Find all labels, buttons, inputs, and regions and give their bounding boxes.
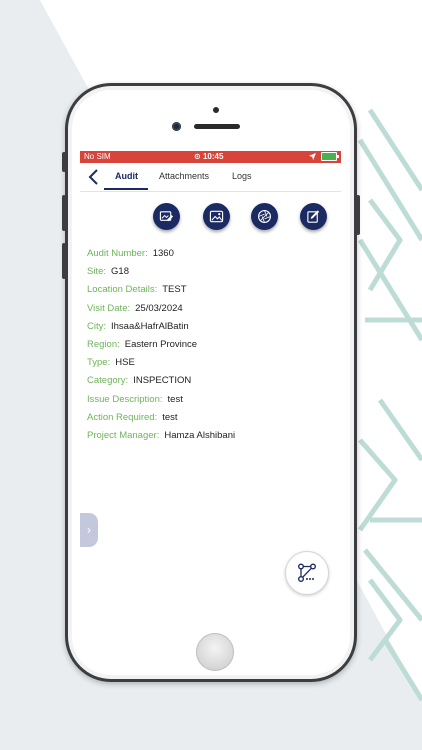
field-value: Eastern Province	[124, 338, 198, 350]
field-label: Project Manager:	[87, 429, 160, 441]
field-value: test	[167, 393, 183, 405]
field-value: 25/03/2024	[135, 302, 183, 314]
edit-image-button[interactable]	[153, 203, 180, 230]
time-label: 10:45	[202, 152, 224, 161]
field-value: Hamza Alshibani	[164, 429, 236, 441]
field-label: Type:	[87, 357, 111, 369]
field-value: Ihsaa&HafrAlBatin	[111, 320, 189, 332]
battery-charging-icon	[321, 152, 339, 161]
tab-attachments[interactable]: Attachments	[159, 171, 209, 181]
carrier-label: No SIM	[84, 152, 111, 161]
camera-button[interactable]	[251, 203, 278, 230]
active-tab-indicator	[104, 188, 148, 190]
field-city: City: Ihsaa&HafrAlBatin	[87, 321, 337, 339]
field-label: Action Required:	[87, 411, 158, 423]
drawer-handle[interactable]: ›	[80, 513, 98, 547]
field-label: Site:	[87, 266, 107, 278]
field-type: Type: HSE	[87, 357, 337, 375]
volume-down-button	[62, 243, 66, 279]
location-arrow-icon	[309, 153, 316, 160]
field-audit-number: Audit Number: 1360	[87, 248, 337, 266]
edit-button[interactable]	[300, 203, 327, 230]
field-site: Site: G18	[87, 266, 337, 284]
power-button	[356, 195, 360, 235]
home-button[interactable]	[196, 633, 234, 671]
earpiece-speaker	[194, 124, 240, 129]
status-bar: No SIM ⊙ 10:45	[80, 151, 341, 163]
field-label: Issue Description:	[87, 393, 163, 405]
field-label: City:	[87, 320, 106, 332]
workflow-icon	[298, 563, 316, 582]
field-label: Visit Date:	[87, 302, 131, 314]
tab-logs[interactable]: Logs	[232, 171, 252, 181]
field-visit-date: Visit Date: 25/03/2024	[87, 303, 337, 321]
front-camera	[172, 122, 181, 131]
tab-bar: Audit Attachments Logs	[80, 163, 341, 192]
field-value: test	[162, 411, 178, 423]
back-arrow-icon[interactable]	[86, 168, 102, 186]
audit-details: Audit Number: 1360 Site: G18 Location Deta…	[87, 248, 337, 448]
alarm-icon: ⊙	[194, 152, 201, 161]
edit-image-icon	[159, 211, 174, 222]
proximity-sensor	[213, 107, 219, 113]
field-label: Category:	[87, 375, 129, 387]
field-label: Location Details:	[87, 284, 158, 296]
field-location-details: Location Details: TEST	[87, 284, 337, 302]
app-screen: No SIM ⊙ 10:45 Audit Attachments Logs Au…	[80, 151, 341, 611]
camera-aperture-icon	[258, 210, 271, 223]
gallery-button[interactable]	[203, 203, 230, 230]
tab-audit[interactable]: Audit	[115, 171, 138, 181]
chevron-right-icon: ›	[87, 523, 91, 537]
field-category: Category: INSPECTION	[87, 375, 337, 393]
field-action-required: Action Required: test	[87, 412, 337, 430]
field-region: Region: Eastern Province	[87, 339, 337, 357]
field-value: G18	[111, 266, 129, 278]
field-value: INSPECTION	[133, 375, 192, 387]
volume-up-button	[62, 195, 66, 231]
field-value: 1360	[152, 248, 174, 259]
field-value: TEST	[162, 284, 187, 296]
status-indicators	[309, 152, 339, 161]
edit-icon	[307, 210, 320, 223]
field-label: Region:	[87, 338, 120, 350]
status-time: ⊙ 10:45	[194, 152, 223, 161]
field-value: HSE	[115, 357, 135, 369]
workflow-button[interactable]	[285, 551, 329, 595]
gallery-icon	[209, 210, 224, 223]
mute-switch	[62, 152, 66, 172]
field-project-manager: Project Manager: Hamza Alshibani	[87, 430, 337, 448]
field-label: Audit Number:	[87, 248, 148, 259]
field-issue-description: Issue Description: test	[87, 394, 337, 412]
